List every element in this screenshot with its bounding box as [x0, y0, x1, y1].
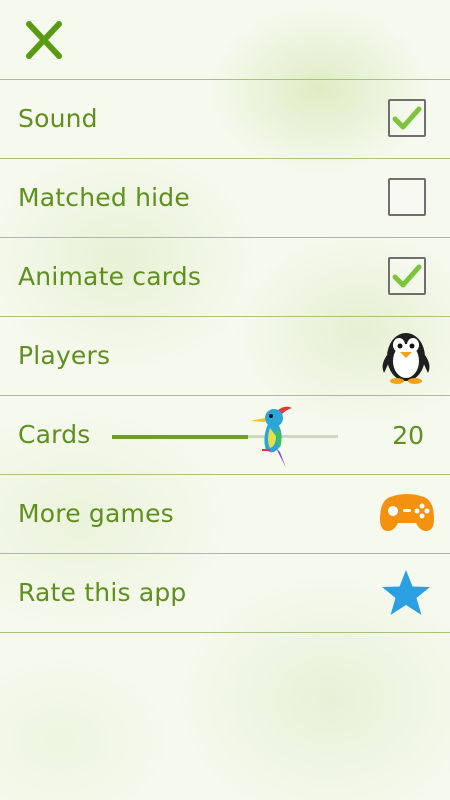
rate-app-label: Rate this app: [18, 578, 187, 607]
rate-app-row[interactable]: Rate this app: [0, 554, 450, 633]
check-icon: [392, 264, 422, 288]
bird-slider-thumb-icon[interactable]: [246, 402, 298, 470]
close-icon[interactable]: [24, 20, 64, 60]
matched-hide-row[interactable]: Matched hide: [0, 159, 450, 238]
players-row[interactable]: Players: [0, 317, 450, 396]
matched-hide-checkbox[interactable]: [388, 178, 426, 216]
cards-slider[interactable]: [112, 434, 338, 439]
cards-label: Cards: [18, 420, 91, 449]
close-button[interactable]: [24, 20, 64, 60]
more-games-label: More games: [18, 499, 174, 528]
sound-checkbox[interactable]: [388, 99, 426, 137]
penguin-icon[interactable]: [378, 325, 434, 385]
cards-slider-fill: [112, 434, 248, 439]
animate-cards-row[interactable]: Animate cards: [0, 238, 450, 317]
players-label: Players: [18, 341, 111, 370]
check-icon: [392, 106, 422, 130]
sound-label: Sound: [18, 104, 98, 133]
gamepad-icon[interactable]: [378, 489, 436, 537]
more-games-row[interactable]: More games: [0, 475, 450, 554]
sound-row[interactable]: Sound: [0, 80, 450, 159]
matched-hide-label: Matched hide: [18, 183, 190, 212]
star-icon[interactable]: [380, 568, 432, 618]
cards-value: 20: [392, 421, 424, 450]
animate-cards-label: Animate cards: [18, 262, 202, 291]
header-bar: [0, 0, 450, 80]
animate-cards-checkbox[interactable]: [388, 257, 426, 295]
